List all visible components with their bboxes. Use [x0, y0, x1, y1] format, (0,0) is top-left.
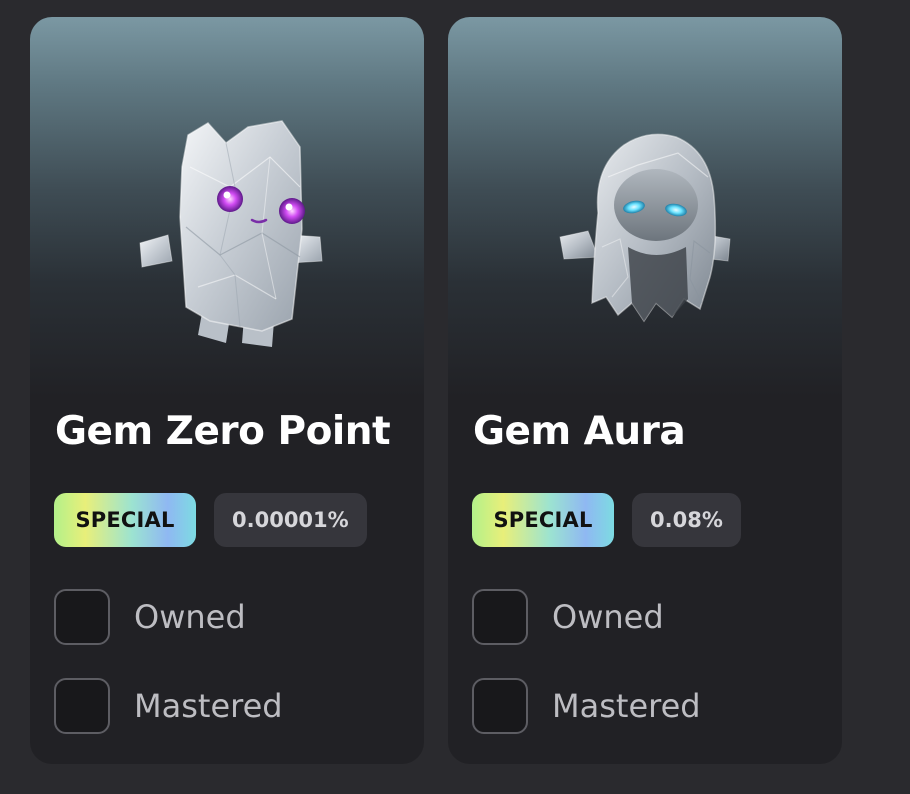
crystal-hooded-creature-image — [559, 133, 731, 323]
owned-toggle[interactable]: Owned — [472, 587, 664, 647]
drop-chance-badge: 0.08% — [632, 493, 741, 547]
mastered-label: Mastered — [552, 687, 701, 725]
item-title: Gem Aura — [473, 409, 686, 454]
mastered-toggle[interactable]: Mastered — [54, 676, 283, 736]
badge-row: SPECIAL 0.00001% — [54, 493, 367, 547]
item-title: Gem Zero Point — [55, 409, 391, 454]
collection-grid: Gem Zero Point SPECIAL 0.00001% Owned Ma… — [0, 0, 910, 794]
owned-checkbox[interactable] — [472, 589, 528, 645]
owned-checkbox[interactable] — [54, 589, 110, 645]
rarity-badge: SPECIAL — [54, 493, 196, 547]
mastered-label: Mastered — [134, 687, 283, 725]
owned-toggle[interactable]: Owned — [54, 587, 246, 647]
item-image — [30, 17, 424, 397]
badge-row: SPECIAL 0.08% — [472, 493, 741, 547]
owned-label: Owned — [134, 598, 246, 636]
crystal-cat-creature-image — [139, 120, 323, 347]
mastered-checkbox[interactable] — [472, 678, 528, 734]
drop-chance-badge: 0.00001% — [214, 493, 367, 547]
item-card[interactable]: Gem Aura SPECIAL 0.08% Owned Mastered — [448, 17, 842, 764]
item-card[interactable]: Gem Zero Point SPECIAL 0.00001% Owned Ma… — [30, 17, 424, 764]
rarity-badge: SPECIAL — [472, 493, 614, 547]
mastered-toggle[interactable]: Mastered — [472, 676, 701, 736]
owned-label: Owned — [552, 598, 664, 636]
item-image — [448, 17, 842, 397]
mastered-checkbox[interactable] — [54, 678, 110, 734]
